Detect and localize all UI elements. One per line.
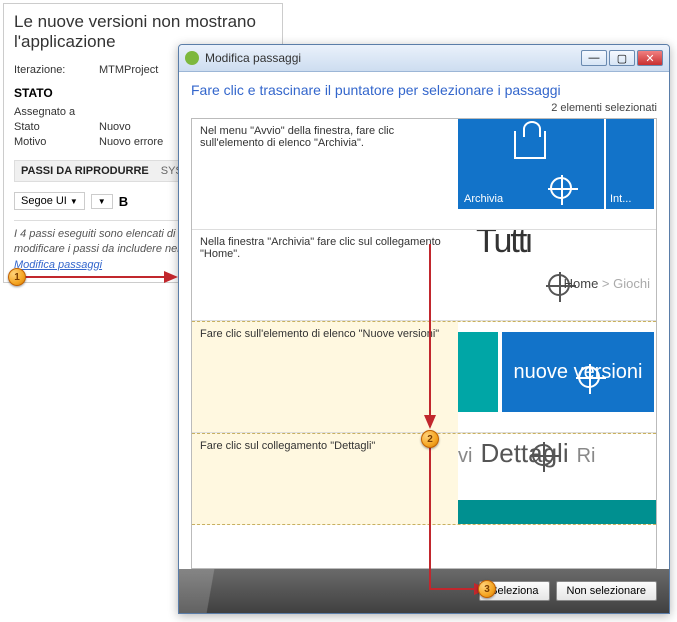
target-icon [532, 444, 554, 466]
chevron-down-icon: ▼ [98, 197, 106, 206]
shopping-bag-icon [514, 131, 546, 159]
tab-steps[interactable]: PASSI DA RIPRODURRE [21, 165, 149, 177]
green-bar [458, 500, 656, 524]
step-thumbnail: nuove versioni [458, 322, 656, 432]
step-row[interactable]: Nella finestra "Archivia" fare clic sul … [192, 230, 656, 321]
reason-label: Motivo [14, 136, 99, 148]
iter-label: Iterazione: [14, 64, 99, 76]
step-thumbnail: Archivia Int... [458, 119, 656, 229]
step-thumbnail: Tutti Home > Giochi [458, 230, 656, 320]
step-text: Fare clic sull'elemento di elenco "Nuove… [192, 322, 458, 432]
app-icon [185, 51, 199, 65]
step-text: Fare clic sul collegamento "Dettagli" [192, 434, 458, 524]
dialog-footer: Seleziona Non selezionare [179, 569, 669, 613]
size-dropdown[interactable]: ▼ [91, 194, 113, 209]
modify-steps-link[interactable]: Modifica passaggi [14, 259, 102, 271]
font-dropdown[interactable]: Segoe UI▼ [14, 192, 85, 210]
dialog-instruction: Fare clic e trascinare il puntatore per … [191, 82, 657, 98]
dialog-title: Modifica passaggi [205, 51, 581, 65]
target-icon [578, 366, 600, 388]
titlebar[interactable]: Modifica passaggi — ▢ ✕ [179, 45, 669, 72]
chevron-down-icon: ▼ [70, 197, 78, 206]
bold-button[interactable]: B [119, 194, 128, 209]
tile-green [458, 332, 498, 412]
annotation-badge-1: 1 [8, 268, 26, 286]
step-row[interactable]: Fare clic sull'elemento di elenco "Nuove… [192, 321, 656, 433]
assigned-label: Assegnato a [14, 106, 99, 118]
modify-steps-dialog: Modifica passaggi — ▢ ✕ Fare clic e tras… [178, 44, 670, 614]
tutti-label: Tutti [476, 230, 531, 261]
reason-value[interactable]: Nuovo errore [99, 136, 163, 148]
annotation-badge-3: 3 [478, 580, 496, 598]
tile-small: Int... [606, 119, 654, 209]
iter-value[interactable]: MTMProject [99, 64, 158, 76]
step-text: Nella finestra "Archivia" fare clic sul … [192, 230, 458, 320]
step-row[interactable]: Nel menu "Avvio" della finestra, fare cl… [192, 119, 656, 230]
maximize-button[interactable]: ▢ [609, 50, 635, 66]
steps-list[interactable]: Nel menu "Avvio" della finestra, fare cl… [191, 118, 657, 569]
step-row[interactable]: Fare clic sul collegamento "Dettagli" vi… [192, 433, 656, 525]
state-label: Stato [14, 121, 99, 133]
details-row: vi Dettagli Ri [458, 438, 596, 469]
breadcrumb: Home > Giochi [564, 276, 650, 291]
target-icon [550, 177, 572, 199]
annotation-badge-2: 2 [421, 430, 439, 448]
step-thumbnail: vi Dettagli Ri [458, 434, 656, 524]
minimize-button[interactable]: — [581, 50, 607, 66]
step-text: Nel menu "Avvio" della finestra, fare cl… [192, 119, 458, 229]
selection-count: 2 elementi selezionati [191, 102, 657, 114]
close-button[interactable]: ✕ [637, 50, 663, 66]
nuove-tile: nuove versioni [502, 332, 654, 412]
deselect-button[interactable]: Non selezionare [556, 581, 658, 601]
state-value[interactable]: Nuovo [99, 121, 131, 133]
store-tile: Archivia [458, 119, 604, 209]
